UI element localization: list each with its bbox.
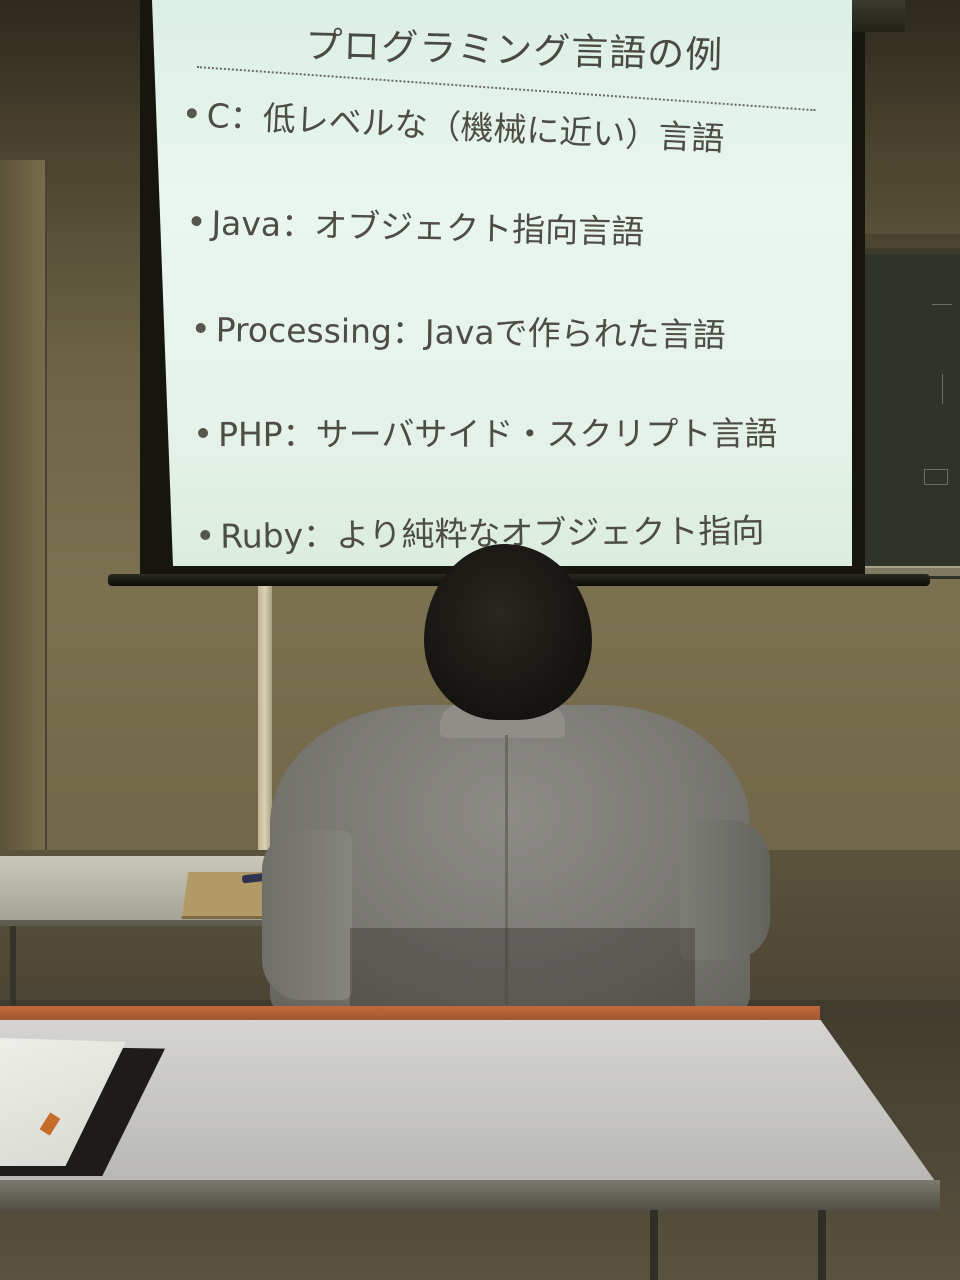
projection-screen: プログラミング言語の例 C：低レベルな（機械に近い）言語 Java：オブジェクト… <box>152 0 852 566</box>
bullet-text: Processing：Javaで作られた言語 <box>215 310 726 355</box>
slide-bullet: C：低レベルな（機械に近い）言語 <box>186 88 726 160</box>
bullet-dot-icon <box>186 107 198 118</box>
slide-bullet-list: C：低レベルな（機械に近い）言語 Java：オブジェクト指向言語 Process… <box>152 0 852 566</box>
bullet-dot-icon <box>198 427 209 438</box>
wall-pipe <box>258 585 272 850</box>
classroom-photo: プログラミング言語の例 C：低レベルな（機械に近い）言語 Java：オブジェクト… <box>0 0 960 1280</box>
left-wall-panel <box>0 160 47 880</box>
slide-bullet: Processing：Javaで作られた言語 <box>195 303 726 357</box>
bullet-text: Java：オブジェクト指向言語 <box>211 203 645 252</box>
bullet-dot-icon <box>200 529 211 540</box>
chalkboard-frame <box>862 234 960 248</box>
near-desk-front <box>0 1180 940 1212</box>
bullet-text: PHP：サーバサイド・スクリプト言語 <box>218 413 778 454</box>
slide-bullet: PHP：サーバサイド・スクリプト言語 <box>198 407 777 456</box>
chalkboard <box>862 248 960 579</box>
chalk-scribble <box>924 469 948 485</box>
bullet-dot-icon <box>195 322 206 333</box>
chair-back <box>350 928 695 1018</box>
bullet-text: C：低レベルな（機械に近い）言語 <box>205 95 726 159</box>
chalk-scribble <box>932 304 952 305</box>
person-left-arm <box>262 830 352 1000</box>
near-desk-legs <box>650 1210 826 1280</box>
chalk-scribble <box>942 374 957 404</box>
bullet-dot-icon <box>191 215 202 226</box>
slide-bullet: Java：オブジェクト指向言語 <box>191 196 645 253</box>
near-desk-top <box>0 1020 940 1188</box>
